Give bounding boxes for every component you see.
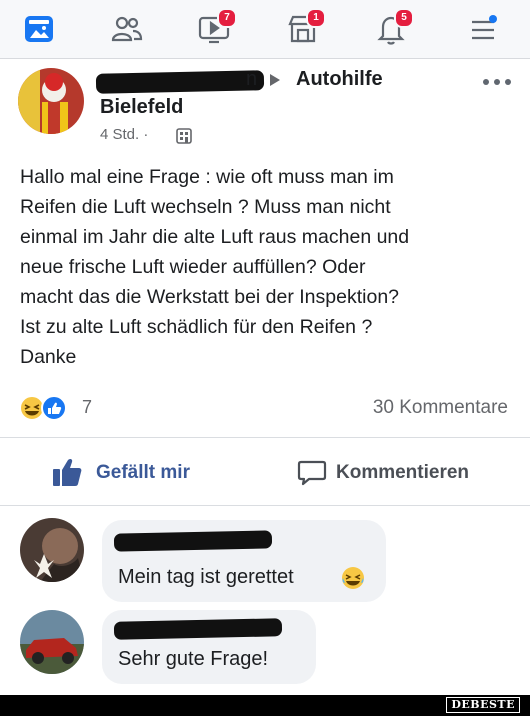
like-button-label: Gefällt mir [96, 462, 190, 483]
thumbs-up-icon [53, 458, 82, 486]
marketplace-badge: 1 [306, 8, 326, 28]
comments-count-link[interactable]: 30 Kommentare [373, 397, 508, 419]
commenter-avatar[interactable] [20, 518, 84, 582]
divider [0, 505, 530, 506]
post-text-line: Reifen die Luft wechseln ? Muss man nich… [20, 196, 391, 218]
avatar-image [18, 68, 84, 134]
top-navigation-bar: 7 1 5 [0, 0, 530, 59]
like-reaction-icon [41, 395, 67, 421]
post-text-line: Hallo mal eine Frage : wie oft muss man … [20, 166, 394, 188]
post-text: Hallo mal eine Frage : wie oft muss man … [20, 162, 515, 372]
group-privacy-icon [176, 128, 192, 144]
nav-watch[interactable]: 7 [193, 8, 237, 50]
comment-button-label: Kommentieren [336, 462, 470, 483]
more-options-icon[interactable] [482, 78, 512, 86]
nav-menu[interactable] [462, 8, 506, 50]
redacted-commenter-name [113, 618, 283, 640]
post-text-line: Ist zu alte Luft schädlich für den Reife… [20, 316, 373, 338]
nav-marketplace[interactable]: 1 [282, 8, 326, 50]
post-text-line: neue frische Luft wieder auffüllen? Oder [20, 256, 366, 278]
divider [0, 437, 530, 438]
post-header: n Autohilfe Bielefeld 4 Std. · [0, 60, 530, 150]
redacted-author-name [95, 70, 265, 94]
laughing-emoji-icon [342, 567, 364, 589]
group-name-link[interactable]: Autohilfe [296, 68, 383, 91]
avatar-image [20, 518, 84, 582]
groups-icon [111, 16, 143, 42]
author-avatar[interactable] [18, 68, 84, 134]
video-badge: 7 [217, 8, 237, 28]
news-feed-icon [25, 16, 53, 42]
reaction-count: 7 [82, 397, 93, 417]
post-timestamp[interactable]: 4 Std. · [100, 126, 148, 143]
nav-groups[interactable] [106, 8, 150, 50]
reaction-summary[interactable]: 7 [18, 394, 92, 422]
avatar-image [20, 610, 84, 674]
commenter-avatar[interactable] [20, 610, 84, 674]
menu-icon [472, 15, 497, 40]
post-text-line: macht das die Werkstatt bei der Inspekti… [20, 286, 400, 308]
comment-button[interactable]: Kommentieren [296, 456, 469, 490]
nav-news-feed[interactable] [18, 8, 62, 50]
author-name-suffix: n [246, 68, 258, 90]
nav-notifications[interactable]: 5 [370, 8, 414, 50]
redacted-commenter-name [113, 530, 273, 552]
post-text-line: einmal im Jahr die alte Luft raus machen… [20, 226, 410, 248]
triangle-right-icon [270, 74, 280, 86]
comment-bubble[interactable]: Mein tag ist gerettet [102, 520, 386, 602]
post-text-line: Danke [20, 346, 77, 368]
reaction-icons [19, 395, 67, 421]
comment-bubble-icon [297, 460, 327, 486]
like-button[interactable]: Gefällt mir [50, 456, 190, 490]
comment-text: Sehr gute Frage! [118, 648, 269, 670]
haha-reaction-icon [19, 395, 45, 421]
comment-bubble[interactable]: Sehr gute Frage! [102, 610, 316, 684]
group-city[interactable]: Bielefeld [100, 96, 183, 119]
footer-bar: DEBESTE [0, 695, 530, 716]
comment-text: Mein tag ist gerettet [118, 566, 294, 588]
notifications-badge: 5 [394, 8, 414, 28]
watermark: DEBESTE [446, 697, 520, 713]
